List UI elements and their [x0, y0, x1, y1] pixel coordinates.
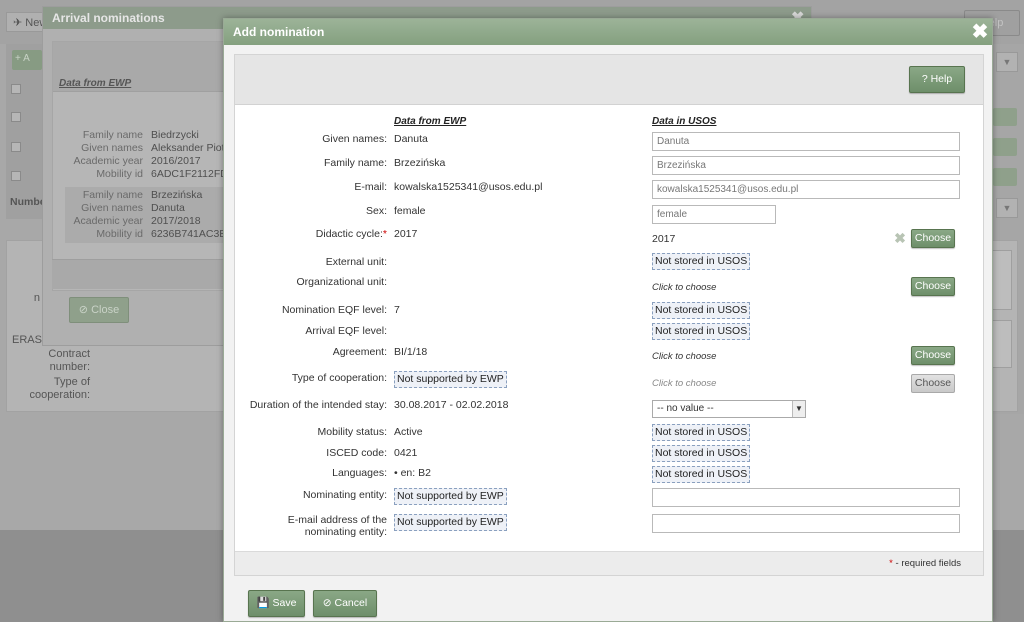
arrival-eqf-usos: Not stored in USOS [652, 323, 751, 340]
type-of-cooperation-label: Type of cooperation: [291, 372, 387, 384]
nominating-entity-ewp: Not supported by EWP [394, 488, 507, 505]
ewp-record: Family name Brzezińska Given names Danuta … [65, 187, 235, 243]
nominating-email-ewp: Not supported by EWP [394, 514, 507, 531]
nominating-email-label: E-mail address of the nominating entity: [287, 514, 387, 538]
add-nomination-title: Add nomination [224, 19, 992, 45]
type-of-cooperation-choose-button[interactable]: Choose [911, 374, 955, 393]
isced-label: ISCED code: [326, 447, 387, 459]
duration-select[interactable]: -- no value -- ▼ [652, 400, 806, 418]
family-name-input[interactable]: Brzezińska [652, 156, 960, 175]
sex-label: Sex: [365, 205, 387, 217]
arrival-ewp-heading: Data from EWP [59, 78, 132, 89]
background-label: Type of cooperation: [29, 376, 90, 401]
organizational-unit-choose-button[interactable]: Choose [911, 277, 955, 296]
background-select: ▼ [996, 52, 1018, 72]
didactic-cycle-choose-button[interactable]: Choose [911, 229, 955, 248]
background-table-strip [6, 44, 44, 219]
background-pill [993, 168, 1017, 186]
email-label: E-mail: [354, 181, 387, 193]
background-label: n [33, 292, 40, 304]
background-checkbox [11, 171, 21, 181]
background-select: ▼ [996, 198, 1018, 218]
background-textarea [990, 250, 1012, 310]
didactic-cycle-usos: 2017 [652, 233, 676, 245]
agreement-usos: Click to choose [652, 351, 717, 362]
required-star: * [382, 228, 387, 240]
column-header-usos: Data in USOS [652, 116, 717, 127]
duration-label: Duration of the intended stay: [249, 399, 387, 411]
external-unit-usos: Not stored in USOS [652, 253, 751, 270]
family-name-ewp: Brzezińska [394, 157, 446, 169]
clear-icon[interactable]: ✖ [893, 231, 907, 245]
didactic-cycle-ewp: 2017 [394, 228, 418, 240]
help-bar: ? Help [235, 55, 983, 105]
save-button[interactable]: 💾 Save [248, 590, 305, 617]
type-of-cooperation-usos: Click to choose [652, 378, 717, 389]
didactic-cycle-label: Didactic cycle:* [315, 228, 387, 240]
mobility-status-ewp: Active [394, 426, 423, 438]
add-nomination-form: ? Help Data from EWP Data in USOS Given … [234, 54, 984, 576]
background-add-button: + A [12, 50, 42, 70]
ewp-record: Family name Biedrzycki Given names Aleksan… [73, 129, 229, 180]
agreement-choose-button[interactable]: Choose [911, 346, 955, 365]
type-of-cooperation-ewp: Not supported by EWP [394, 371, 507, 388]
close-icon[interactable]: ✖ [970, 21, 990, 43]
isced-usos: Not stored in USOS [652, 445, 751, 462]
given-names-input[interactable]: Danuta [652, 132, 960, 151]
background-pill [993, 108, 1017, 126]
family-name-label: Family name: [323, 157, 387, 169]
background-checkbox [11, 112, 21, 122]
mobility-status-usos: Not stored in USOS [652, 424, 751, 441]
arrival-close-button: ⊘ Close [69, 297, 129, 323]
nominating-entity-input[interactable] [652, 488, 960, 507]
background-label: ERAS [12, 334, 42, 346]
duration-ewp: 30.08.2017 - 02.02.2018 [394, 399, 509, 411]
nomination-eqf-label: Nomination EQF level: [281, 304, 387, 316]
sex-input[interactable]: female [652, 205, 776, 224]
background-textarea [990, 320, 1012, 368]
nomination-eqf-usos: Not stored in USOS [652, 302, 751, 319]
isced-ewp: 0421 [394, 447, 418, 459]
given-names-label: Given names: [322, 133, 387, 145]
languages-usos: Not stored in USOS [652, 466, 751, 483]
nominating-email-input[interactable] [652, 514, 960, 533]
required-fields-note: * - required fields [889, 558, 961, 569]
mobility-status-label: Mobility status: [317, 426, 387, 438]
column-header-ewp: Data from EWP [394, 116, 467, 127]
background-pill [993, 138, 1017, 156]
given-names-ewp: Danuta [394, 133, 428, 145]
languages-label: Languages: [332, 467, 387, 479]
background-checkbox [11, 142, 21, 152]
add-nomination-dialog: Add nomination ✖ ? Help Data from EWP Da… [223, 18, 993, 622]
email-ewp: kowalska1525341@usos.edu.pl [394, 181, 543, 193]
nomination-eqf-ewp: 7 [394, 304, 400, 316]
background-label: Contract number: [48, 348, 90, 373]
help-button[interactable]: ? Help [909, 66, 965, 93]
email-input[interactable]: kowalska1525341@usos.edu.pl [652, 180, 960, 199]
nominating-entity-label: Nominating entity: [302, 489, 387, 501]
background-number-label: Numbe [10, 196, 46, 208]
external-unit-label: External unit: [325, 256, 387, 268]
required-fields-bar: * - required fields [235, 551, 983, 575]
chevron-down-icon: ▼ [792, 401, 805, 417]
organizational-unit-label: Organizational unit: [296, 276, 387, 288]
organizational-unit-usos: Click to choose [652, 282, 717, 293]
background-checkbox [11, 84, 21, 94]
cancel-button[interactable]: ⊘ Cancel [313, 590, 377, 617]
agreement-ewp: BI/1/18 [394, 346, 428, 358]
arrival-eqf-label: Arrival EQF level: [305, 325, 387, 337]
languages-ewp: • en: B2 [394, 467, 431, 479]
agreement-label: Agreement: [332, 346, 387, 358]
sex-ewp: female [394, 205, 426, 217]
